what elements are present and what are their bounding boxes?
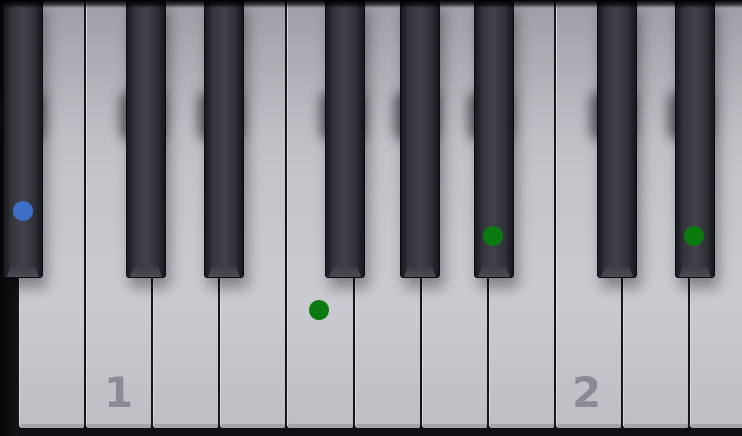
black-key-2[interactable] [126, 0, 166, 278]
black-key-4[interactable] [325, 0, 365, 278]
note-marker-blue [13, 201, 33, 221]
black-key-5[interactable] [400, 0, 440, 278]
octave-label-1: 1 [104, 368, 134, 417]
black-key-7[interactable] [597, 0, 637, 278]
black-key-1[interactable] [3, 0, 43, 278]
note-marker-green [684, 226, 704, 246]
note-marker-green [309, 300, 329, 320]
black-key-3[interactable] [204, 0, 244, 278]
top-edge-shadow [0, 0, 742, 8]
octave-label-2: 2 [572, 368, 602, 417]
piano-keyboard: 1 2 [0, 0, 742, 436]
note-marker-green [483, 226, 503, 246]
